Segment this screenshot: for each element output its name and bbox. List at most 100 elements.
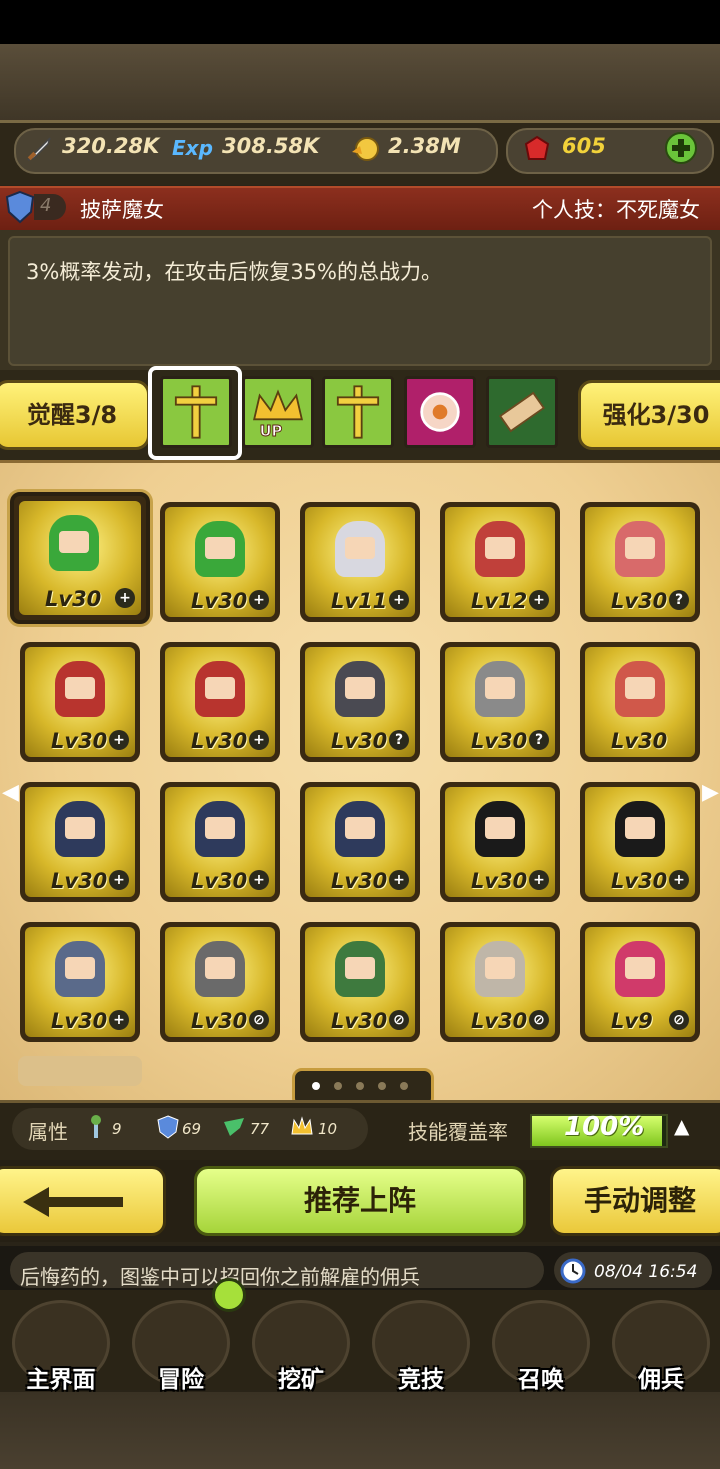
crown-up-icon[interactable]: UP [242, 376, 314, 448]
hero-card-frame: Lv11 + [305, 507, 415, 617]
hero-status-icon: + [249, 730, 269, 750]
exp-icon: Exp [172, 136, 213, 160]
hero-card-frame: Lv30 + [25, 787, 135, 897]
hero-face [65, 817, 95, 839]
hero-level: Lv30 [611, 589, 668, 613]
hero-face [59, 531, 89, 553]
hero-card[interactable]: Lv30? [440, 642, 560, 762]
nature-staff-icon [91, 1115, 101, 1138]
crown-icon [291, 1116, 313, 1135]
gem-value: 605 [562, 134, 606, 158]
gold-coin-icon [352, 137, 379, 161]
nav-button[interactable]: 冒险 [122, 1298, 240, 1393]
skill-name: 披萨魔女 [80, 198, 164, 222]
back-arrow-icon [23, 1187, 123, 1217]
hero-card[interactable]: Lv30 + [20, 782, 140, 902]
cross-staff-icon[interactable] [160, 376, 232, 448]
hero-status-icon: ? [529, 730, 549, 750]
hero-card[interactable]: Lv30 ⊘ [440, 922, 560, 1042]
hero-card[interactable]: Lv30 + [20, 922, 140, 1042]
hero-level: Lv30 [45, 587, 102, 611]
hero-card-frame: Lv30 ⊘ [305, 927, 415, 1037]
enhance-button[interactable]: 强化3/30 [578, 380, 720, 450]
defense-shield-icon [157, 1115, 179, 1139]
hero-card[interactable]: Lv12 + [440, 502, 560, 622]
hero-card[interactable]: Lv30 + [20, 642, 140, 762]
hero-card-frame: Lv30 + [165, 507, 275, 617]
gold-value: 2.38M [388, 134, 461, 158]
hero-card[interactable]: Lv30? [300, 642, 420, 762]
hero-card[interactable]: Lv30 + [580, 782, 700, 902]
roster-tab [18, 1056, 142, 1086]
nav-button[interactable]: 竞技 [362, 1298, 480, 1393]
hero-level: Lv30 [611, 729, 668, 753]
hero-face [625, 817, 655, 839]
hero-card[interactable]: Lv30 [580, 642, 700, 762]
hero-card[interactable]: Lv11 + [300, 502, 420, 622]
defense-value: 69 [182, 1120, 202, 1138]
hero-card[interactable]: Lv30 + [300, 782, 420, 902]
hero-card[interactable]: Lv30 ⊘ [160, 922, 280, 1042]
page-dot [334, 1082, 342, 1090]
page-right-arrow[interactable]: ▶ [702, 780, 719, 810]
status-bar [0, 0, 720, 44]
hero-level: Lv30 [471, 729, 528, 753]
nav-button[interactable]: 主界面 [2, 1298, 120, 1393]
sword-icon [27, 137, 51, 161]
hero-face [485, 817, 515, 839]
cross-staff-up-icon[interactable] [322, 376, 394, 448]
hero-status-icon: + [529, 590, 549, 610]
hero-level: Lv30 [331, 869, 388, 893]
hero-card-frame: Lv30? [305, 647, 415, 757]
recommend-button[interactable]: 推荐上阵 [194, 1166, 526, 1236]
exp-value: 308.58K [222, 134, 320, 158]
hero-status-icon: + [389, 870, 409, 890]
hero-card[interactable]: Lv30 + [160, 502, 280, 622]
hero-level: Lv30 [471, 869, 528, 893]
page-left-arrow[interactable]: ◀ [2, 780, 19, 810]
hero-status-icon: + [249, 590, 269, 610]
hero-status-icon: ⊘ [389, 1010, 409, 1030]
hero-face [625, 677, 655, 699]
hero-level: Lv30 [191, 1009, 248, 1033]
hero-card[interactable]: Lv9 ⊘ [580, 922, 700, 1042]
hero-status-icon: + [115, 588, 135, 608]
hero-card[interactable]: Lv30 + [440, 782, 560, 902]
hero-card[interactable]: Lv30? [580, 502, 700, 622]
awaken-button[interactable]: 觉醒3/8 [0, 380, 150, 450]
nav-button[interactable]: 召唤 [482, 1298, 600, 1393]
eye-orb-icon[interactable] [404, 376, 476, 448]
attack-value: 320.28K [62, 134, 160, 158]
crown-value: 10 [318, 1120, 338, 1138]
hero-level: Lv30 [51, 729, 108, 753]
back-button[interactable] [0, 1166, 166, 1236]
hero-status-icon: ⊘ [669, 1010, 689, 1030]
hero-face [65, 677, 95, 699]
nav-button[interactable]: 佣兵 [602, 1298, 720, 1393]
expand-up-icon[interactable]: ▲ [674, 1114, 689, 1138]
scroll-icon[interactable] [486, 376, 558, 448]
clock-icon [560, 1258, 586, 1284]
hero-card-frame: Lv9 ⊘ [585, 927, 695, 1037]
hero-level: Lv9 [611, 1009, 653, 1033]
ruby-gem-icon [524, 135, 550, 160]
hero-card[interactable]: Lv30 + [10, 492, 150, 624]
shield-icon [5, 190, 35, 224]
add-gems-icon[interactable] [664, 131, 698, 165]
hero-card[interactable]: Lv30 + [160, 642, 280, 762]
notification-dot [212, 1278, 246, 1312]
nav-button[interactable]: 挖矿 [242, 1298, 360, 1393]
hero-status-icon: ? [389, 730, 409, 750]
hero-level: Lv30 [611, 869, 668, 893]
manual-adjust-button[interactable]: 手动调整 [550, 1166, 720, 1236]
hero-face [485, 957, 515, 979]
hero-card[interactable]: Lv30 ⊘ [300, 922, 420, 1042]
hero-level: Lv30 [331, 729, 388, 753]
hero-card-frame: Lv30 ⊘ [445, 927, 555, 1037]
hero-card-frame: Lv30 [585, 647, 695, 757]
nav-label: 竞技 [398, 1367, 444, 1393]
hero-level: Lv30 [331, 1009, 388, 1033]
hero-level: Lv11 [331, 589, 388, 613]
hero-card[interactable]: Lv30 + [160, 782, 280, 902]
nav-label: 主界面 [26, 1367, 96, 1393]
